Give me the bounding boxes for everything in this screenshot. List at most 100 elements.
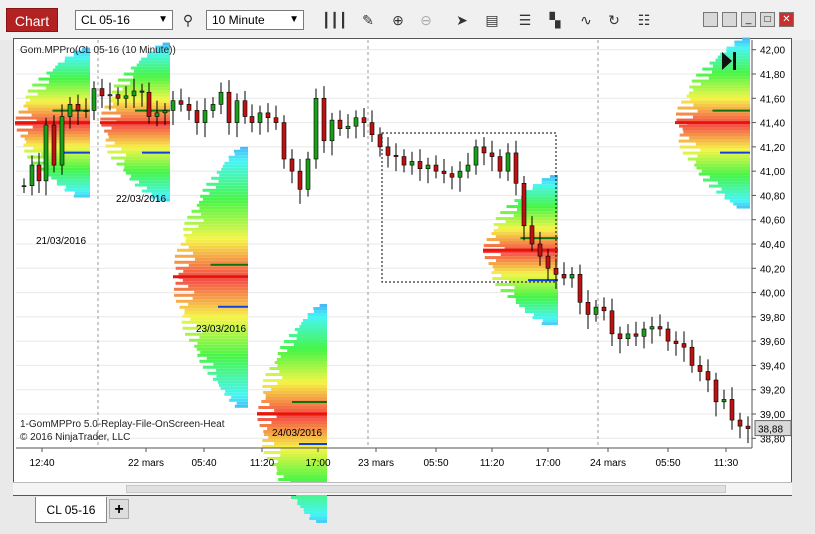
profile-row [709,175,750,179]
candle-body [553,267,559,275]
profile-row [696,160,750,164]
profile-row [216,170,248,174]
candle-body [226,91,232,123]
profile-row [216,368,248,372]
profile-row [134,69,170,73]
candle-body [689,346,695,366]
profile-row [700,148,750,152]
profile-row [216,374,248,378]
profile-row [125,171,170,175]
profile-row [277,469,327,472]
profile-row [679,145,750,149]
profile-row [733,202,750,206]
candle-body [210,104,216,111]
candle-body [337,119,343,129]
profile-row [202,188,248,192]
profile-row [219,173,248,177]
profile-row [220,386,248,390]
profile-row [724,196,750,200]
y-tick-label: 40,60 [760,216,785,227]
candle-body [697,365,703,372]
y-tick-label: 42,00 [760,46,785,57]
profile-row [187,215,248,219]
profile-row [228,158,248,162]
x-tick-label: 05:50 [655,458,680,469]
tab-cl-05-16[interactable]: CL 05-16 [35,497,107,523]
profile-row [282,376,327,379]
profile-row [532,184,558,188]
last-price-label: 38,88 [758,425,783,436]
profile-row [686,94,750,98]
profile-row [191,230,248,234]
candle-body [329,119,335,142]
profile-row [175,266,248,270]
candle-body [377,134,383,148]
profile-row [297,499,327,502]
candle-body [497,156,503,172]
x-tick-label: 11:20 [480,458,505,469]
profile-row [182,278,248,282]
candle-body [305,158,311,190]
profile-row [724,193,750,197]
y-tick-label: 39,00 [760,410,785,421]
profile-row [193,251,248,255]
profile-row [693,88,750,92]
profile-row [51,176,90,180]
candle-body [178,100,184,105]
profile-row [111,156,170,160]
indicator-label: Gom.MPPro(CL 05-16 (10 Minute)) [20,45,176,56]
profile-row [280,355,327,358]
profile-row [24,137,91,141]
candle-body [433,164,439,172]
price-chart[interactable]: 42,00 41,80 41,60 41,40 41,20 41,00 40,80 40,60… [0,0,815,534]
profile-row [689,136,750,140]
profile-row [207,371,248,375]
candle-body [202,110,208,123]
candle-body [489,152,495,157]
profile-row [681,100,750,104]
profile-row [278,478,327,481]
profile-row [736,205,750,209]
candle-body [91,88,97,111]
scroll-thumb[interactable] [126,485,726,493]
profile-row [276,472,327,475]
candle-body [257,112,263,123]
candle-body [281,122,287,160]
profile-row [271,421,327,424]
session-label: 23/03/2016 [196,324,246,335]
profile-row [313,310,327,313]
candle-body [449,173,455,178]
profile-row [532,316,558,320]
candle-body [609,310,615,335]
candle-body [218,91,224,105]
profile-row [212,377,248,381]
profile-row [47,173,90,177]
candle-body [521,182,527,227]
candle-body [369,122,375,136]
horizontal-scrollbar[interactable] [13,482,792,495]
profile-row [56,182,90,186]
profile-row [303,508,327,511]
x-tick-label: 22 mars [128,458,164,469]
profile-row [120,114,170,118]
profile-row [234,404,248,408]
candle-body [83,110,89,112]
profile-row [188,284,248,288]
candle-body [561,274,567,279]
profile-row [49,80,90,84]
profile-row [175,281,248,285]
add-tab-button[interactable]: + [109,499,129,519]
candle-body [249,116,255,123]
profile-row [26,140,90,144]
profile-row [523,193,558,197]
profile-row [224,392,248,396]
candle-body [537,243,543,257]
candle-body [417,161,423,170]
candle-body [617,333,623,340]
profile-row [225,389,248,393]
x-tick-label: 11:30 [714,458,739,469]
profile-row [269,403,327,406]
session-label: 21/03/2016 [36,236,86,247]
y-tick-label: 41,00 [760,167,785,178]
profile-row [265,394,327,397]
